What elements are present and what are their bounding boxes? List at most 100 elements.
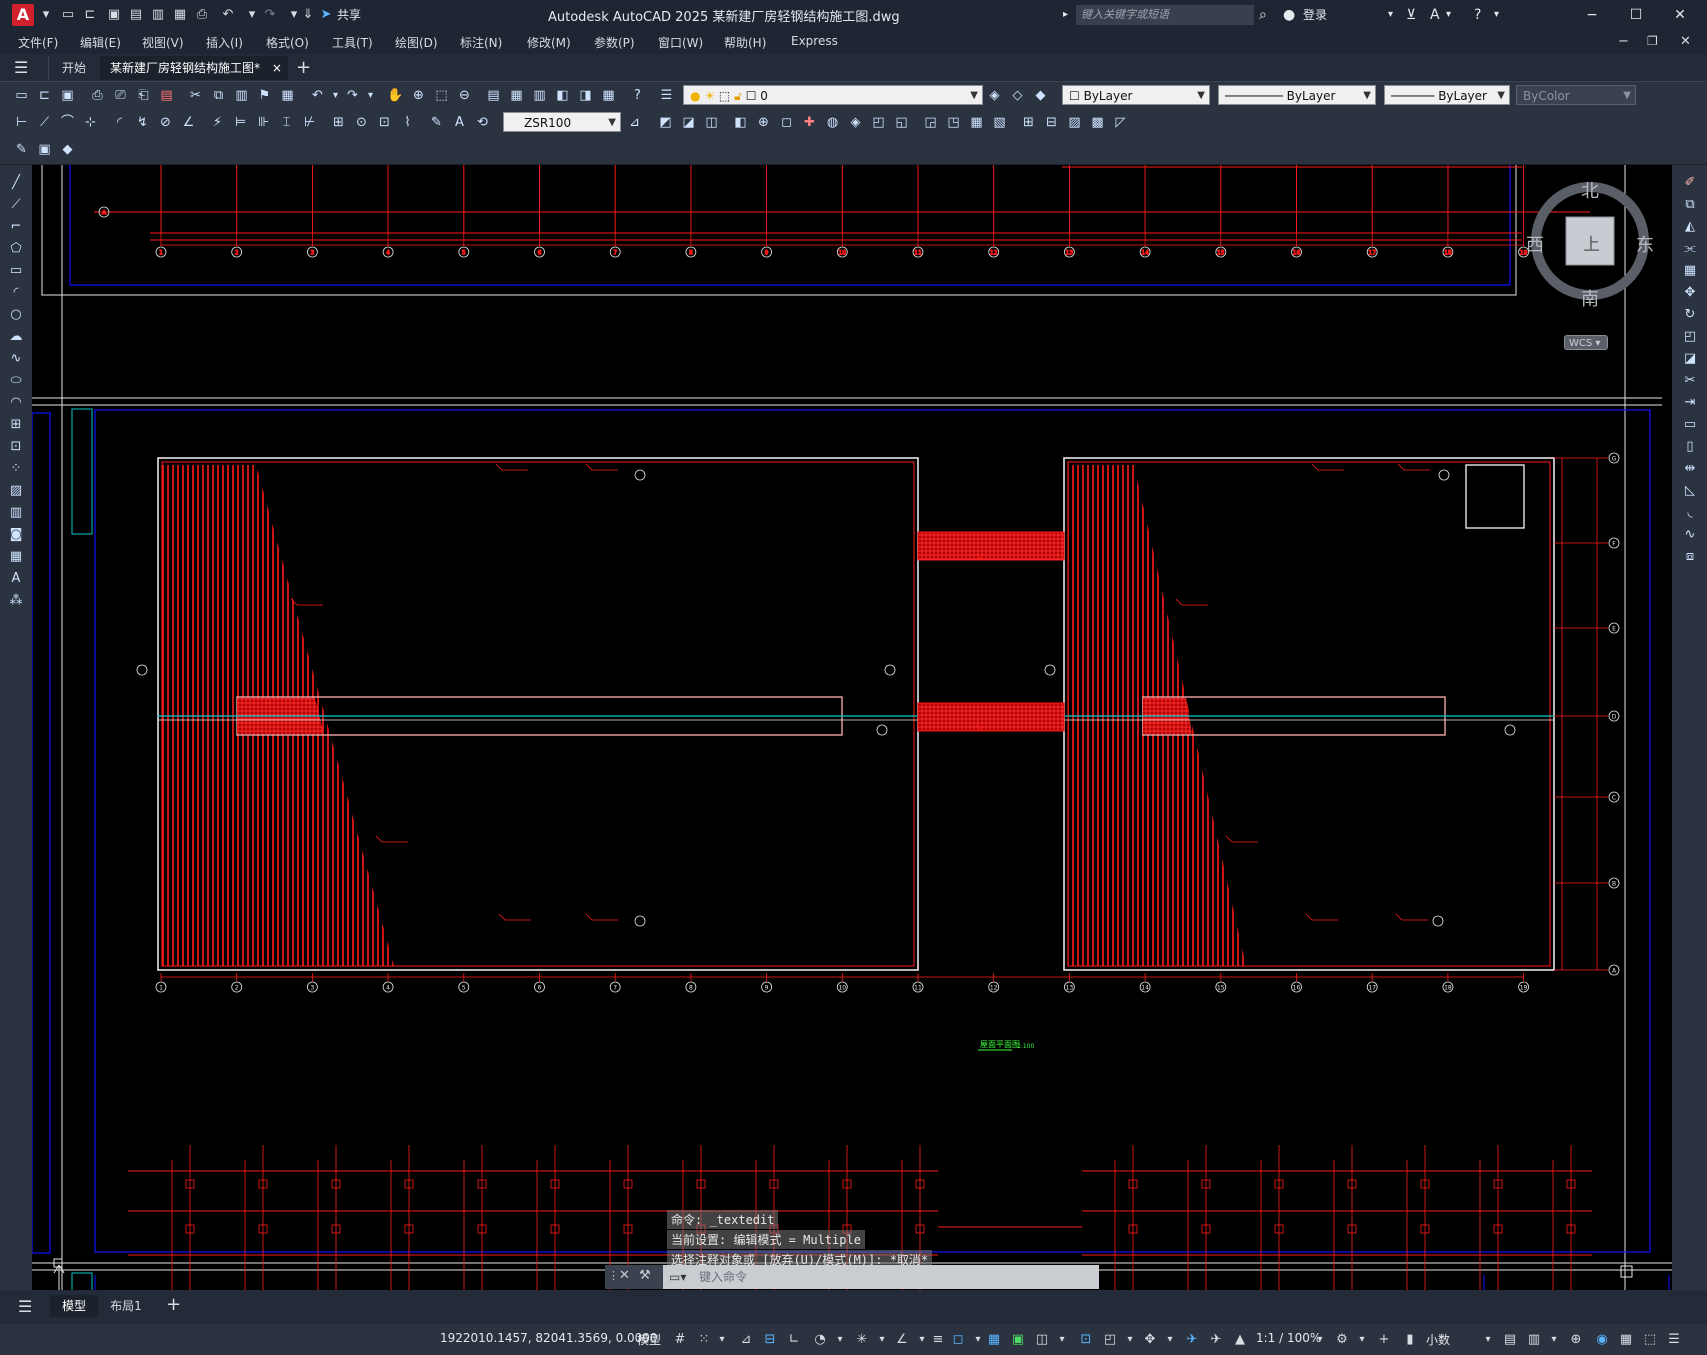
- search-icon[interactable]: ⌕: [1259, 5, 1267, 25]
- viewcube-west[interactable]: 西: [1526, 231, 1544, 257]
- make-block-icon[interactable]: ⊡: [6, 437, 26, 456]
- fullscreen-icon[interactable]: ⬚: [1640, 1330, 1660, 1350]
- menu-window[interactable]: 窗口(W): [658, 34, 703, 51]
- dimstyle-dropdown[interactable]: ZSR100 ▼: [503, 112, 621, 132]
- drawing-canvas[interactable]: 1 2 3 4 5 6 7 8 9 10 11 12 13 14 15 16 17 18 19 A: [32, 165, 1672, 1290]
- make-current-layer-icon[interactable]: ◈: [985, 86, 1004, 105]
- calculator-icon[interactable]: ▦: [599, 86, 618, 105]
- polyline-icon[interactable]: ⌐: [6, 217, 26, 236]
- revcloud-icon[interactable]: ☁: [6, 327, 26, 346]
- dim-update-icon[interactable]: ⟲: [473, 113, 492, 132]
- polar-dropdown-icon[interactable]: ▾: [830, 1330, 850, 1350]
- zoom-realtime-icon[interactable]: ⊕: [409, 86, 428, 105]
- units-format-value[interactable]: 小数: [1426, 1331, 1450, 1348]
- region-icon[interactable]: ◙: [6, 525, 26, 544]
- dim-edit-icon[interactable]: ✎: [427, 113, 446, 132]
- point-icon[interactable]: ⁘: [6, 459, 26, 478]
- share-button[interactable]: 共享: [337, 5, 361, 25]
- search-expand-icon[interactable]: ▸: [1063, 5, 1068, 25]
- cut-icon[interactable]: ✂: [186, 86, 205, 105]
- menu-file[interactable]: 文件(F): [18, 34, 58, 51]
- share-icon[interactable]: ➤: [318, 7, 334, 23]
- pdf-export-icon[interactable]: ▤: [157, 86, 176, 105]
- doc-close-icon[interactable]: ✕: [1680, 34, 1691, 49]
- snap-icon[interactable]: ⁙: [694, 1330, 714, 1350]
- extend-icon[interactable]: ⇥: [1680, 393, 1700, 412]
- ucs-icon[interactable]: ◩: [656, 113, 675, 132]
- dim-baseline-icon[interactable]: ⊨: [231, 113, 250, 132]
- annotation-add-icon[interactable]: +: [1374, 1330, 1394, 1350]
- dim-ordinate-icon[interactable]: ⊹: [81, 113, 100, 132]
- menu-help[interactable]: 帮助(H): [724, 34, 766, 51]
- blend-icon[interactable]: ∿: [1680, 525, 1700, 544]
- plot-icon[interactable]: ⎙: [194, 7, 210, 23]
- open-icon[interactable]: ⊏: [35, 86, 54, 105]
- fillet-icon[interactable]: ◟: [1680, 503, 1700, 522]
- minimize-window-icon[interactable]: −: [1577, 4, 1607, 26]
- dynamic-ucs-icon[interactable]: ◰: [1100, 1330, 1120, 1350]
- units-icon[interactable]: ◫: [1032, 1330, 1052, 1350]
- color-dropdown[interactable]: ☐ ByLayer ▼: [1062, 85, 1210, 105]
- spline-icon[interactable]: ∿: [6, 349, 26, 368]
- maximize-window-icon[interactable]: ☐: [1621, 4, 1651, 26]
- annotation-monitor-icon[interactable]: ▣: [1008, 1330, 1028, 1350]
- menu-dimension[interactable]: 标注(N): [460, 34, 502, 51]
- copy-object-icon[interactable]: ⧉: [1680, 195, 1700, 214]
- help-dropdown-icon[interactable]: ▾: [1494, 5, 1499, 25]
- scale-icon[interactable]: ◰: [1680, 327, 1700, 346]
- selection-cycling-icon[interactable]: ◻: [948, 1330, 968, 1350]
- offset-icon[interactable]: ⫘: [1680, 239, 1700, 258]
- menu-edit[interactable]: 编辑(E): [80, 34, 121, 51]
- layer-dropdown[interactable]: ● ☀ ⬚ 🔓︎ ☐ 0 ▼: [683, 85, 983, 105]
- ucs-previous-icon[interactable]: ◫: [702, 113, 721, 132]
- lock-ui-dropdown-icon[interactable]: ▾: [1544, 1330, 1564, 1350]
- command-customize-icon[interactable]: ⚒: [639, 1268, 651, 1283]
- array-icon[interactable]: ▦: [1680, 261, 1700, 280]
- rectangle-icon[interactable]: ▭: [6, 261, 26, 280]
- layout-menu-icon[interactable]: ☰: [18, 1297, 32, 1316]
- polygon-icon[interactable]: ⬠: [6, 239, 26, 258]
- tolerance-icon[interactable]: ⊞: [329, 113, 348, 132]
- login-dropdown-icon[interactable]: ▾: [1388, 5, 1393, 25]
- pan-icon[interactable]: ✋: [386, 86, 405, 105]
- ortho-icon[interactable]: ∟: [784, 1330, 804, 1350]
- dim-linear-icon[interactable]: ⊢: [12, 113, 31, 132]
- wcs-menu-button[interactable]: WCS ▾: [1564, 335, 1608, 350]
- login-button[interactable]: 登录: [1303, 5, 1327, 25]
- doc-minimize-icon[interactable]: −: [1618, 34, 1629, 49]
- ucs-x-icon[interactable]: ◰: [869, 113, 888, 132]
- ucs-world-icon[interactable]: ◪: [679, 113, 698, 132]
- cart-icon[interactable]: ⊻: [1406, 5, 1416, 25]
- a360-dropdown-icon[interactable]: ▾: [1446, 5, 1451, 25]
- drawing-svg[interactable]: 1 2 3 4 5 6 7 8 9 10 11 12 13 14 15 16 17 18 19A: [32, 165, 1672, 1290]
- ucs-view-icon[interactable]: ◻: [777, 113, 796, 132]
- ucs-apply-icon[interactable]: ◲: [921, 113, 940, 132]
- inspection-icon[interactable]: ⊡: [375, 113, 394, 132]
- mtext-icon[interactable]: A: [6, 569, 26, 588]
- isolate-objects-icon[interactable]: ⊕: [1566, 1330, 1586, 1350]
- text-edit-icon[interactable]: ✎: [12, 140, 31, 159]
- customize-qat-icon[interactable]: ⇓: [300, 7, 316, 23]
- viewport-icon[interactable]: ▦: [967, 113, 986, 132]
- insert-block-side-icon[interactable]: ⊞: [6, 415, 26, 434]
- transparency-icon[interactable]: ▦: [984, 1330, 1004, 1350]
- open-web-icon[interactable]: ▥: [150, 7, 166, 23]
- app-menu-chevron-icon[interactable]: ▾: [38, 7, 54, 23]
- tab-close-icon[interactable]: ×: [272, 61, 282, 75]
- named-ucs-icon[interactable]: ◳: [944, 113, 963, 132]
- gizmo-dropdown-icon[interactable]: ▾: [1160, 1330, 1180, 1350]
- ucs-origin-icon[interactable]: ✚: [800, 113, 819, 132]
- mirror-icon[interactable]: ◭: [1680, 217, 1700, 236]
- explode-icon[interactable]: ⧈: [1680, 547, 1700, 566]
- help-toolbar-icon[interactable]: ?: [628, 86, 647, 105]
- ucs-y-icon[interactable]: ◱: [892, 113, 911, 132]
- matchprop-icon[interactable]: ⚑: [255, 86, 274, 105]
- layout-tab-model[interactable]: 模型: [50, 1295, 98, 1317]
- add-selected-icon[interactable]: ⁂: [6, 591, 26, 610]
- doc-restore-icon[interactable]: ❐: [1647, 34, 1658, 48]
- design-center-icon[interactable]: ▦: [507, 86, 526, 105]
- isodraft-icon[interactable]: ✳: [852, 1330, 872, 1350]
- lock-ui-icon[interactable]: ▥: [1524, 1330, 1544, 1350]
- autocad-logo-icon[interactable]: A: [12, 4, 34, 26]
- hatch-icon[interactable]: ▨: [6, 481, 26, 500]
